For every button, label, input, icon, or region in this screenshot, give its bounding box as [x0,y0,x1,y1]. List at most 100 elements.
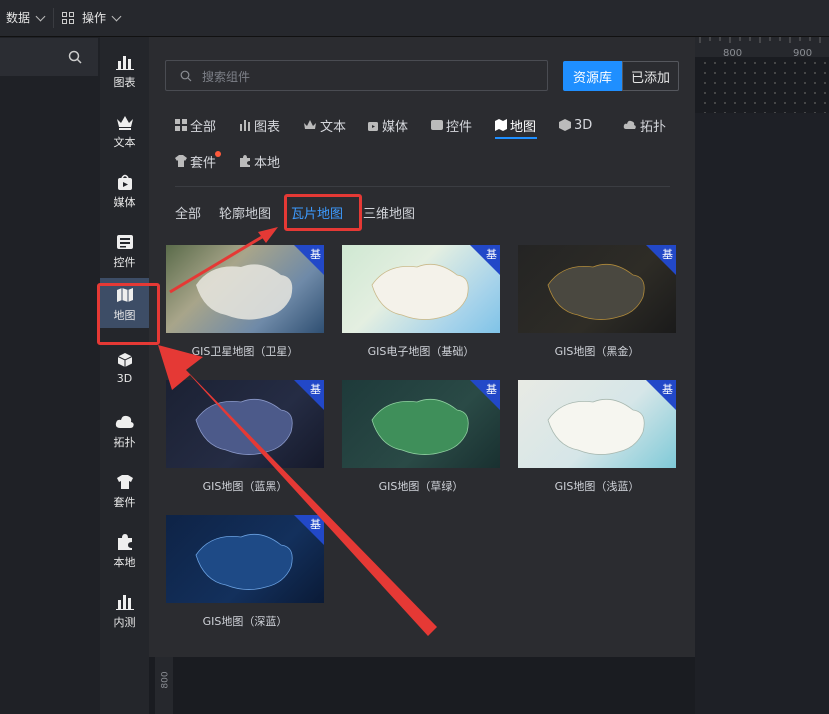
rail-label: 3D [116,372,133,385]
cube-icon [117,353,132,367]
added-button[interactable]: 已添加 [622,61,679,91]
map-card-caption: GIS卫星地图（卫星） [191,345,299,358]
chevron-down-icon [35,11,46,21]
vruler-label: 800 [160,671,171,689]
media-bag-icon [368,122,378,131]
subtab-outline-map[interactable]: 轮廓地图 [219,203,271,222]
bar-chart-icon [115,56,134,70]
left-search-bar[interactable] [0,38,98,76]
shirt-icon [175,155,187,167]
basic-badge: 基 [662,383,673,396]
rail-label: 套件 [113,496,136,509]
rail-label: 本地 [113,556,136,569]
annotation-box-tile-map [284,194,362,231]
basic-badge: 基 [486,248,497,261]
beta-bars-icon [115,595,134,610]
shirt-icon [116,475,133,489]
cat-3d[interactable]: 3D [559,115,592,135]
control-panel-icon [431,120,443,130]
grid-icon [62,12,74,24]
ops-menu[interactable]: 操作 [62,0,122,36]
cat-topology[interactable]: 拓扑 [623,115,666,135]
map-card-caption: GIS电子地图（基础） [367,345,475,358]
left-panel [0,37,100,714]
cat-label: 控件 [446,119,473,135]
map-card-satellite[interactable]: 基 [166,245,324,333]
rail-label: 媒体 [113,196,136,209]
rail-item-media[interactable]: 媒体 [100,165,149,215]
subtab-all[interactable]: 全部 [175,203,201,222]
rail-item-control[interactable]: 控件 [100,225,149,275]
map-card-blue-black[interactable]: 基 [166,380,324,468]
map-card-light-blue[interactable]: 基 [518,380,676,468]
bar-chart-icon [240,120,250,131]
new-dot-badge [215,151,221,157]
resource-library-button[interactable]: 资源库 [563,61,622,91]
map-card-basic[interactable]: 基 [342,245,500,333]
puzzle-icon [117,534,132,550]
crown-icon [116,116,133,130]
basic-badge: 基 [310,248,321,261]
rail-label: 拓扑 [113,436,136,449]
cat-chart[interactable]: 图表 [239,115,280,135]
cat-map[interactable]: 地图 [495,115,536,135]
rail-item-beta[interactable]: 内测 [100,585,149,635]
annotation-box-map-rail [97,283,160,345]
map-card-caption: GIS地图（草绿） [378,480,464,493]
rail-item-chart[interactable]: 图表 [100,45,149,95]
component-search-input[interactable] [200,61,534,92]
cat-label: 媒体 [382,119,409,135]
map-card-caption: GIS地图（蓝黑） [202,480,288,493]
cat-all[interactable]: 全部 [175,115,216,135]
basic-badge: 基 [310,518,321,531]
active-tab-indicator [495,137,537,139]
data-menu[interactable]: 数据 [6,0,46,36]
puzzle-icon [240,155,250,167]
category-divider [175,186,670,187]
cloud-icon [623,120,636,129]
rail-item-topology[interactable]: 拓扑 [100,405,149,455]
subtab-3d-map[interactable]: 三维地图 [363,203,415,222]
cat-label: 本地 [254,155,281,171]
cat-label: 全部 [190,119,217,135]
rail-item-suite[interactable]: 套件 [100,465,149,515]
ops-menu-label: 操作 [82,11,107,25]
data-menu-label: 数据 [6,11,31,25]
map-card-caption: GIS地图（黑金） [554,345,640,358]
cat-label: 套件 [190,155,217,171]
cube-icon [559,119,571,131]
map-card-caption: GIS地图（深蓝） [202,615,288,628]
rail-label: 控件 [113,256,136,269]
cat-suite[interactable]: 套件 [175,151,221,171]
media-bag-icon [117,174,132,190]
cat-text[interactable]: 文本 [303,115,346,135]
rail-item-3d[interactable]: 3D [100,343,149,393]
canvas-grid [700,58,829,113]
vertical-ruler: 800 [155,657,173,714]
rail-item-local[interactable]: 本地 [100,525,149,575]
rail-label: 文本 [113,136,136,149]
map-card-black-gold[interactable]: 基 [518,245,676,333]
cat-label: 拓扑 [640,119,667,135]
rail-label: 内测 [113,616,136,629]
cat-label: 图表 [254,119,281,135]
cat-control[interactable]: 控件 [431,115,472,135]
cat-media[interactable]: 媒体 [367,115,408,135]
map-icon [495,119,507,131]
basic-badge: 基 [486,383,497,396]
search-icon[interactable] [68,50,82,64]
map-card-deep-blue[interactable]: 基 [166,515,324,603]
control-panel-icon [116,235,133,249]
cat-label: 地图 [510,119,537,135]
canvas-body[interactable] [695,113,829,714]
map-card-caption: GIS地图（浅蓝） [554,480,640,493]
chevron-down-icon [111,11,122,21]
crown-icon [304,120,316,129]
search-icon [180,70,192,82]
map-card-grass-green[interactable]: 基 [342,380,500,468]
rail-item-text[interactable]: 文本 [100,105,149,155]
cat-local[interactable]: 本地 [239,151,280,171]
basic-badge: 基 [662,248,673,261]
component-search[interactable] [165,60,548,92]
canvas-bottom [149,657,695,714]
